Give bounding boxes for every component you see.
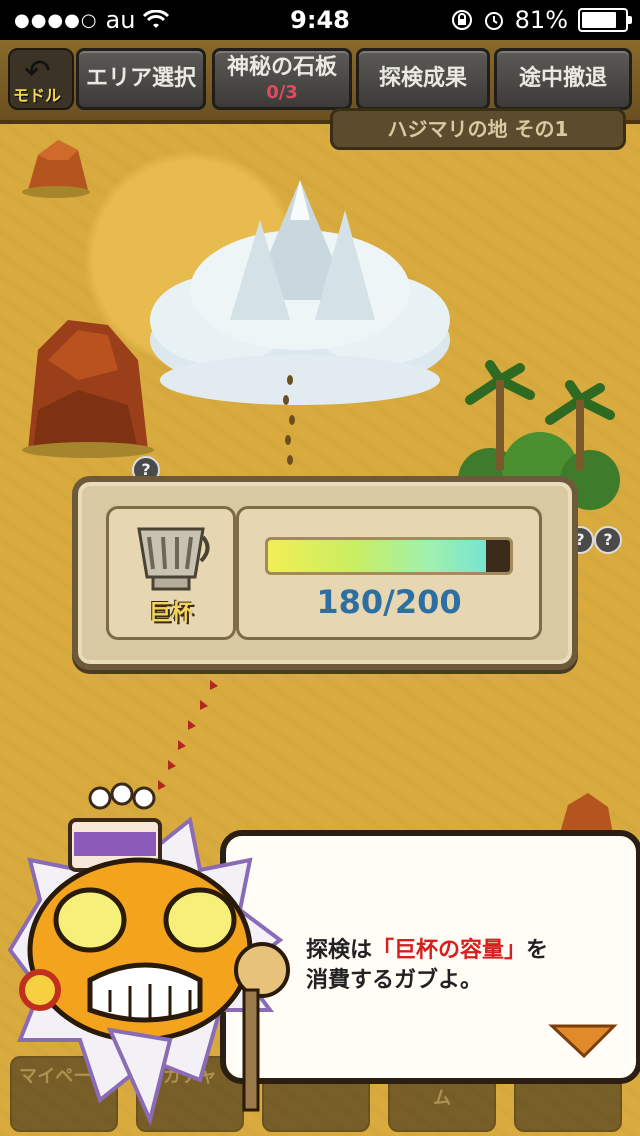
capacity-text: 180/200	[316, 583, 462, 621]
unknown-spot-marker[interactable]: ?	[594, 526, 622, 554]
area-name-banner: ハジマリの地 その1	[330, 108, 626, 150]
shaman-character	[7, 782, 290, 1127]
orientation-lock-icon	[451, 10, 472, 30]
retreat-button[interactable]: 途中撤退	[494, 48, 632, 110]
back-button-label: モドル	[13, 86, 62, 105]
status-right: 81%	[451, 6, 632, 34]
cup-label: 巨杯	[148, 601, 193, 626]
big-rock	[22, 320, 154, 458]
dialog-line1-pre: 探検は	[306, 938, 373, 963]
back-button[interactable]: ↶ モドル	[8, 48, 74, 110]
dialog-highlight: 「巨杯の容量」	[372, 938, 527, 963]
battery-icon	[578, 8, 632, 32]
goblet-icon	[137, 527, 210, 591]
capacity-gauge-box: 180/200	[236, 506, 542, 640]
mystery-tablet-count: 0/3	[266, 82, 298, 103]
small-rock	[22, 140, 90, 198]
area-select-label: エリア選択	[85, 66, 196, 91]
status-bar: ●●●●○ au 9:48 81%	[0, 0, 640, 40]
dialog-line2: 消費するガブよ。	[306, 968, 483, 993]
mystery-tablet-button[interactable]: 神秘の石板 0/3	[212, 48, 352, 110]
dialog-text: 探検は「巨杯の容量」を 消費するガブよ。	[306, 936, 626, 996]
capacity-gauge	[265, 537, 513, 575]
cup-capacity-panel: 巨杯 180/200	[72, 476, 578, 670]
cup-icon-box: 巨杯	[106, 506, 236, 640]
area-select-button[interactable]: エリア選択	[76, 48, 206, 110]
dialog-line1-post: を	[526, 938, 549, 963]
mystery-tablet-label: 神秘の石板	[226, 55, 337, 80]
alarm-icon	[484, 12, 503, 30]
battery-percent: 81%	[514, 6, 568, 34]
capacity-gauge-fill	[268, 540, 486, 572]
exploration-results-button[interactable]: 探検成果	[356, 48, 490, 110]
retreat-label: 途中撤退	[518, 66, 607, 91]
exploration-results-label: 探検成果	[378, 66, 467, 91]
next-arrow-icon[interactable]	[548, 1022, 618, 1060]
